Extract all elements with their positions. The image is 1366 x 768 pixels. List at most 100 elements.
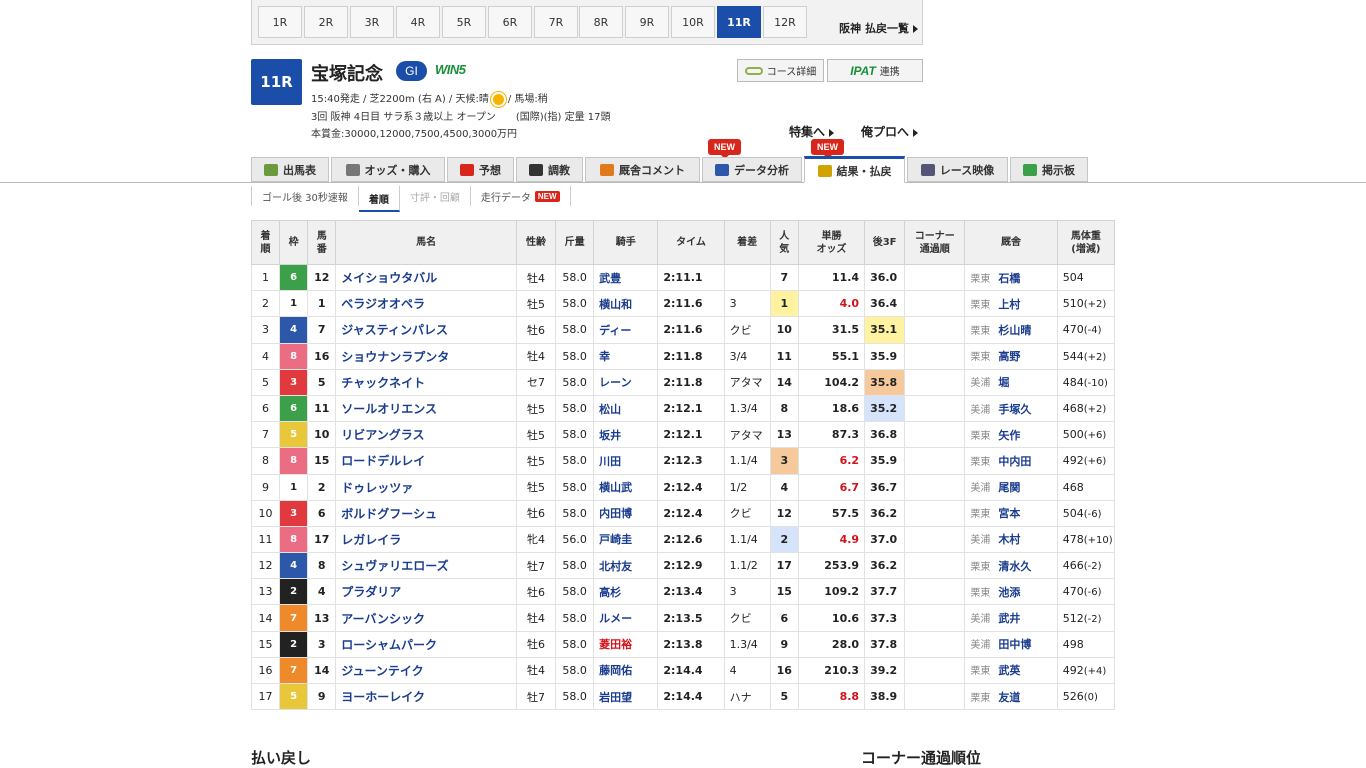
trainer-link[interactable]: 武英 — [998, 664, 1020, 677]
trainer-link[interactable]: 宮本 — [998, 507, 1020, 520]
subtab-goal-flash[interactable]: ゴール後 30秒速報 — [251, 186, 359, 206]
race-button-10r[interactable]: 10R — [671, 6, 715, 38]
jockey-link[interactable]: 幸 — [593, 342, 659, 370]
trainer-link[interactable]: 清水久 — [998, 560, 1031, 573]
trainer-link[interactable]: 上村 — [998, 298, 1020, 311]
race-button-3r[interactable]: 3R — [350, 6, 394, 38]
jockey-link[interactable]: 横山武 — [593, 473, 659, 501]
race-button-6r[interactable]: 6R — [488, 6, 532, 38]
horse-name-link[interactable]: アーバンシック — [335, 604, 517, 632]
horse-name-link[interactable]: リビアングラス — [335, 421, 517, 449]
jockey-link[interactable]: 岩田望 — [593, 682, 659, 711]
jockey-link[interactable]: 北村友 — [593, 552, 659, 580]
trainer-link[interactable]: 中内田 — [998, 455, 1031, 468]
race-button-7r[interactable]: 7R — [534, 6, 578, 38]
carried-weight: 58.0 — [555, 316, 595, 344]
jockey-link[interactable]: 坂井 — [593, 421, 659, 449]
training-center: 栗東 — [970, 273, 991, 285]
jockey-link[interactable]: 菱田裕 — [593, 630, 659, 658]
jockey-link[interactable]: ディー — [593, 316, 659, 344]
race-button-2r[interactable]: 2R — [304, 6, 348, 38]
tab-entry-table[interactable]: 出馬表 — [251, 157, 329, 182]
trainer-link[interactable]: 田中博 — [998, 638, 1031, 651]
race-button-1r[interactable]: 1R — [258, 6, 302, 38]
horse-name-link[interactable]: レガレイラ — [335, 525, 517, 554]
horse-name-link[interactable]: ヨーホーレイク — [335, 682, 517, 711]
win5-logo[interactable]: WIN5 — [435, 62, 466, 77]
body-weight-cell: 504 — [1056, 263, 1116, 292]
training-center: 栗東 — [970, 325, 991, 337]
jockey-link[interactable]: 横山和 — [593, 290, 659, 318]
trainer-link[interactable]: 石橋 — [998, 272, 1020, 285]
trainer-link[interactable]: 武井 — [998, 612, 1020, 625]
tab-chat[interactable]: 掲示板 — [1010, 157, 1088, 182]
tab-video[interactable]: レース映像 — [907, 157, 1008, 182]
weight-change: (+4) — [1083, 665, 1107, 677]
trainer-link[interactable]: 友道 — [998, 691, 1020, 704]
trainer-link[interactable]: 高野 — [998, 350, 1020, 363]
trainer-link[interactable]: 木村 — [998, 533, 1020, 546]
horse-name-link[interactable]: メイショウタバル — [335, 263, 517, 292]
horse-name-link[interactable]: ボルドグフーシュ — [335, 499, 517, 527]
horse-name-link[interactable]: ジャスティンパレス — [335, 316, 517, 344]
tab-bar-chart[interactable]: データ分析 — [702, 157, 802, 182]
corner-order — [904, 368, 966, 396]
horse-name-link[interactable]: ジューンテイク — [335, 656, 517, 685]
jockey-link[interactable]: 川田 — [593, 447, 659, 475]
race-button-12r[interactable]: 12R — [763, 6, 807, 38]
payout-list-link[interactable]: 阪神 払戻一覧 — [839, 20, 918, 36]
tab-odds[interactable]: オッズ・購入 — [331, 157, 445, 182]
race-button-5r[interactable]: 5R — [442, 6, 486, 38]
finish-position: 9 — [250, 473, 281, 501]
horse-name-link[interactable]: ソールオリエンス — [335, 394, 517, 423]
tab-stable[interactable]: 厩舎コメント — [585, 157, 700, 182]
jockey-link[interactable]: 内田博 — [593, 499, 659, 527]
margin: クビ — [723, 499, 771, 527]
horse-name-link[interactable]: ロードデルレイ — [335, 447, 517, 475]
arrow-right-icon — [913, 128, 919, 137]
horse-name-link[interactable]: シュヴァリエローズ — [335, 552, 517, 580]
corner-order — [904, 447, 966, 475]
jockey-link[interactable]: 武豊 — [593, 263, 659, 292]
margin: 1.1/4 — [723, 525, 771, 554]
trainer-link[interactable]: 池添 — [998, 586, 1020, 599]
tab-target[interactable]: 予想 — [447, 157, 514, 182]
race-button-4r[interactable]: 4R — [396, 6, 440, 38]
jockey-link[interactable]: 藤岡佑 — [593, 656, 659, 685]
race-button-11r[interactable]: 11R — [717, 6, 761, 38]
table-row: 16 7 14 ジューンテイク 牡4 58.0 藤岡佑 2:14.4 4 16 210.3 39.2 栗… — [250, 656, 1116, 685]
trainer-link[interactable]: 手塚久 — [998, 403, 1031, 416]
jockey-link[interactable]: レーン — [593, 368, 659, 396]
subtab-finish-order[interactable]: 着順 — [358, 186, 400, 212]
jockey-link[interactable]: 松山 — [593, 394, 659, 423]
jockey-link[interactable]: ルメー — [593, 604, 659, 632]
horse-name-link[interactable]: プラダリア — [335, 578, 517, 606]
trainer-link[interactable]: 杉山晴 — [998, 324, 1031, 337]
feature-link[interactable]: 特集へ — [789, 123, 835, 140]
corner-order — [904, 578, 966, 606]
training-center: 美浦 — [970, 404, 991, 416]
trainer-link[interactable]: 尾関 — [998, 481, 1020, 494]
tab-coins[interactable]: 結果・払戻 — [804, 156, 905, 183]
horse-name-link[interactable]: チャックネイト — [335, 368, 517, 396]
course-detail-button[interactable]: コース詳細 — [737, 59, 824, 82]
horse-name-link[interactable]: ショウナンラプンタ — [335, 342, 517, 370]
trainer-cell: 栗東 清水久 — [964, 552, 1058, 580]
trainer-link[interactable]: 堀 — [998, 376, 1009, 389]
trainer-link[interactable]: 矢作 — [998, 429, 1020, 442]
horse-name-link[interactable]: ローシャムパーク — [335, 630, 517, 658]
body-weight-cell: 498 — [1056, 630, 1116, 658]
subtab-running-data[interactable]: 走行データ NEW — [471, 186, 571, 206]
frame-number: 8 — [279, 342, 309, 370]
tab-stopwatch[interactable]: 調教 — [516, 157, 583, 182]
race-button-9r[interactable]: 9R — [625, 6, 669, 38]
ore-pro-link[interactable]: 俺プロへ — [861, 123, 919, 140]
horse-name-link[interactable]: ドゥレッツァ — [335, 473, 517, 501]
training-center: 栗東 — [970, 299, 991, 311]
race-button-8r[interactable]: 8R — [579, 6, 623, 38]
jockey-link[interactable]: 高杉 — [593, 578, 659, 606]
jockey-link[interactable]: 戸崎圭 — [593, 525, 659, 554]
horse-number: 5 — [307, 368, 337, 396]
horse-name-link[interactable]: ベラジオオペラ — [335, 290, 517, 318]
ipat-link-button[interactable]: IPAT 連携 — [827, 59, 923, 82]
